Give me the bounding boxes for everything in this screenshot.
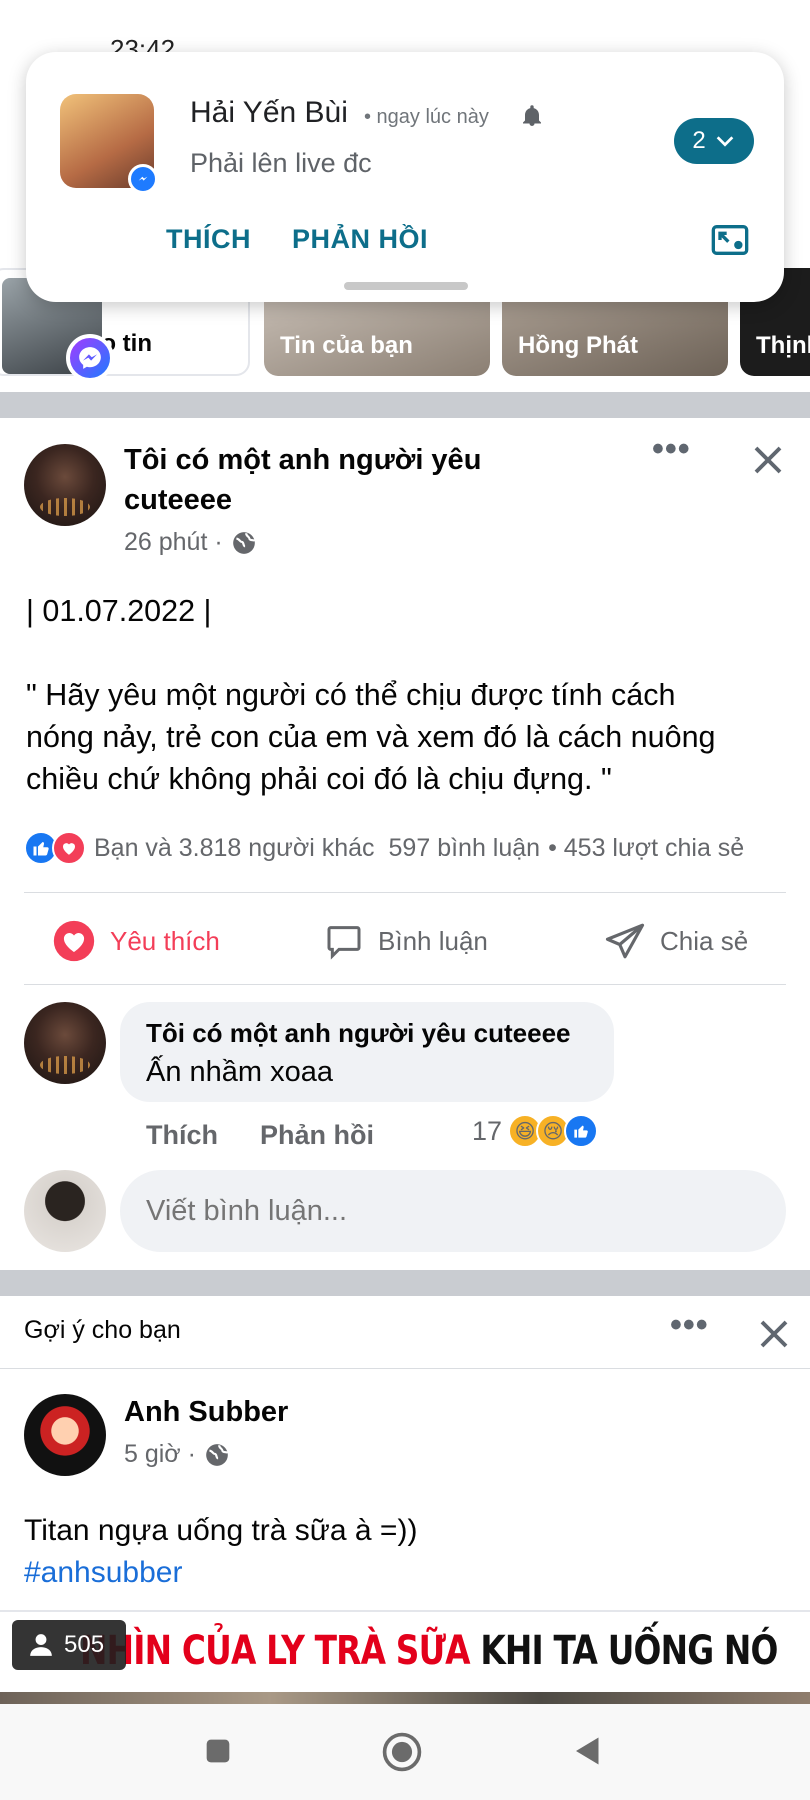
story-label: Thịnh [756, 332, 810, 359]
write-comment-input[interactable] [120, 1170, 786, 1252]
reactions-summary: Bạn và 3.818 người khác 597 bình luận • … [24, 828, 794, 868]
commenter-avatar[interactable] [24, 1002, 106, 1084]
post-quote-line-1: " Hãy yêu một người có thể chịu được tín… [26, 678, 676, 712]
like-reaction-icon [564, 1114, 599, 1148]
section-divider [0, 1270, 810, 1296]
home-button[interactable] [380, 1730, 424, 1774]
divider [24, 984, 786, 985]
triangle-back-icon [576, 1737, 599, 1764]
story-label: Hồng Phát [518, 332, 638, 359]
current-user-avatar [24, 1170, 106, 1252]
reaction-icons[interactable] [24, 831, 86, 865]
suggested-time[interactable]: 5 giờ · [124, 1440, 196, 1469]
close-icon[interactable] [750, 442, 786, 478]
notification-count-toggle[interactable]: 2 [674, 118, 754, 164]
divider [24, 892, 786, 893]
viewer-count: 505 [64, 1631, 105, 1658]
drag-handle[interactable] [344, 282, 468, 290]
comment-reaction-icons: 😆 😢 [508, 1114, 599, 1148]
love-button[interactable]: Yêu thích [52, 916, 220, 966]
back-button[interactable] [566, 1730, 610, 1774]
comment-reactions[interactable]: 17 😆 😢 [472, 1114, 599, 1148]
post-meta: 26 phút · [124, 528, 257, 557]
screen: 23:42 facebook ạo tin Tin của bạn Hồng P… [0, 0, 810, 1800]
post-quote-line-3: chiều chứ không phải coi đó là chịu đựng… [26, 762, 612, 796]
circle-icon [382, 1732, 422, 1772]
shares-count[interactable]: • 453 lượt chia sẻ [548, 834, 744, 863]
notification-sender: Hải Yến Bùi [190, 96, 348, 129]
globe-icon [206, 1443, 229, 1466]
messenger-icon [128, 164, 158, 194]
system-nav-bar [0, 1704, 810, 1800]
bell-icon [523, 105, 541, 126]
comments-count[interactable]: 597 bình luận [389, 834, 541, 863]
globe-icon [232, 531, 256, 554]
messenger-icon[interactable] [66, 334, 114, 382]
comment-text: Ấn nhầm xoaa [146, 1056, 334, 1088]
like-reply-button[interactable]: THÍCH [166, 224, 251, 255]
share-label: Chia sẻ [660, 925, 749, 956]
reactions-text[interactable]: Bạn và 3.818 người khác [94, 834, 375, 863]
comment-button[interactable]: Bình luận [324, 916, 488, 966]
suggested-meta: 5 giờ · [124, 1440, 230, 1469]
comment-bubble[interactable]: Tôi có một anh người yêu cuteeee Ấn nhầm… [120, 1002, 614, 1102]
notification-time: • ngay lúc này [364, 106, 489, 128]
recents-button[interactable] [196, 1730, 240, 1774]
notification-message: Phải lên live đc [190, 148, 372, 178]
more-options-icon[interactable]: ••• [670, 1306, 709, 1345]
suggested-post-text: Titan ngựa uống trà sữa à =)) #anhsubber [24, 1510, 417, 1594]
comment-like-button[interactable]: Thích [146, 1120, 218, 1151]
reply-button[interactable]: PHẢN HỒI [292, 224, 428, 255]
messenger-notification[interactable]: Hải Yến Bùi • ngay lúc này Phải lên live… [26, 52, 784, 302]
viewer-count-badge: 505 [12, 1620, 126, 1670]
post-time[interactable]: 26 phút · [124, 528, 223, 557]
post-date-line: | 01.07.2022 | [26, 594, 212, 628]
suggested-author-name[interactable]: Anh Subber [124, 1396, 288, 1429]
picture-in-picture-icon[interactable] [710, 220, 750, 260]
share-button[interactable]: Chia sẻ [604, 916, 748, 966]
notification-count: 2 [692, 127, 706, 154]
video-thumbnail-strip[interactable] [0, 1692, 810, 1704]
post-quote-line-2: nóng nảy, trẻ con của em và xem đó là cá… [26, 720, 716, 754]
post-author-name[interactable]: Tôi có một anh người yêu cuteeee [124, 440, 584, 520]
post-author-avatar[interactable] [24, 444, 106, 526]
story-label: Tin của bạn [280, 332, 413, 359]
chevron-down-icon [716, 136, 733, 147]
hashtag-link[interactable]: #anhsubber [24, 1552, 417, 1594]
person-icon [30, 1634, 52, 1656]
comment-icon [327, 926, 361, 960]
comment-reply-button[interactable]: Phản hồi [260, 1120, 374, 1151]
suggested-text-line: Titan ngựa uống trà sữa à =)) [24, 1514, 418, 1547]
square-icon [206, 1739, 230, 1762]
banner-black-text: KHI TA UỐNG NÓ [469, 1628, 778, 1674]
comment-label: Bình luận [378, 925, 488, 956]
comment-reaction-count: 17 [472, 1115, 503, 1146]
love-icon [53, 920, 95, 962]
divider [0, 1368, 810, 1369]
suggested-author-avatar[interactable] [24, 1394, 106, 1476]
close-icon[interactable] [756, 1316, 792, 1352]
more-options-icon[interactable]: ••• [652, 430, 691, 469]
love-label: Yêu thích [110, 925, 220, 956]
share-icon [605, 923, 645, 959]
love-reaction-icon [52, 831, 86, 865]
banner-red-text: NHÌN CỦA LY TRÀ SỮA [80, 1628, 471, 1674]
banner-caption: NHÌN CỦA LY TRÀ SỮA KHI TA UỐNG NÓ [80, 1628, 778, 1674]
comment-author[interactable]: Tôi có một anh người yêu cuteeee [146, 1018, 571, 1049]
suggested-label: Gợi ý cho bạn [24, 1316, 181, 1344]
section-divider [0, 392, 810, 418]
